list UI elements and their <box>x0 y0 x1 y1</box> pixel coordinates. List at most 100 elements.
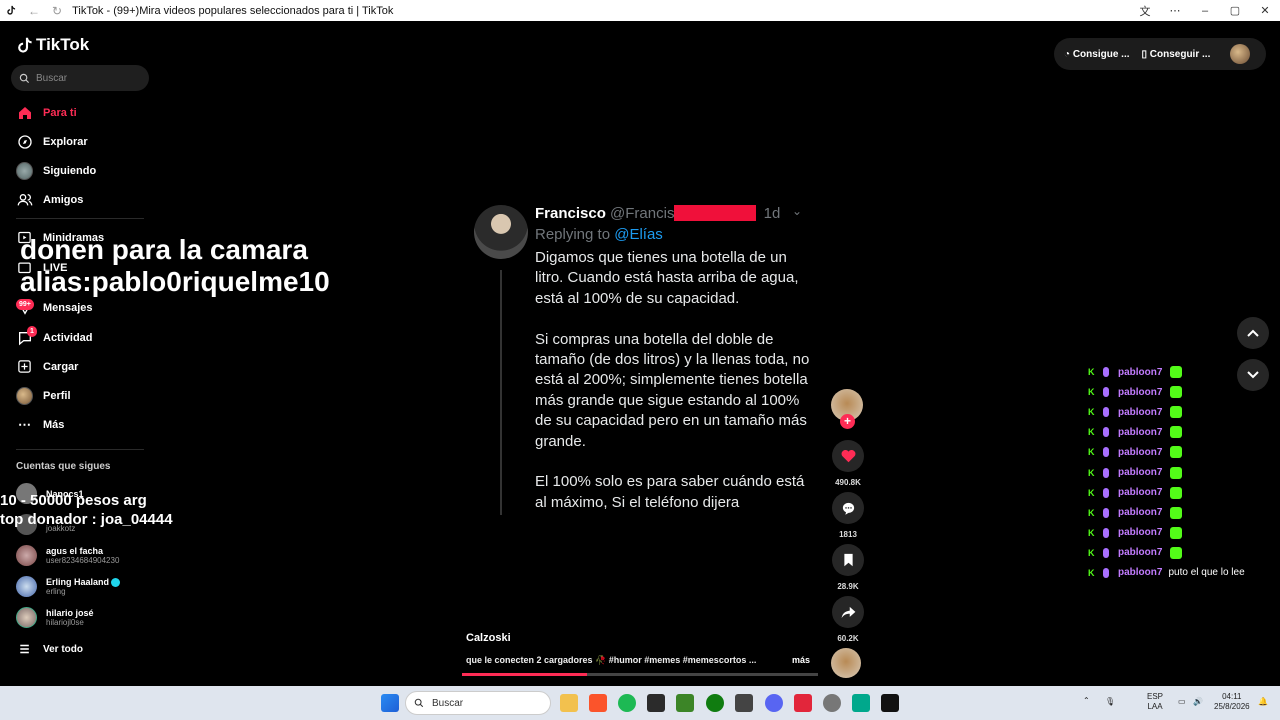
chat-username: pabloon7 <box>1118 547 1163 559</box>
network-icon[interactable]: ▭ <box>1178 697 1186 707</box>
spotify-icon[interactable] <box>618 694 636 712</box>
xbox-icon[interactable] <box>706 694 724 712</box>
obs-icon[interactable] <box>823 694 841 712</box>
language-indicator[interactable]: ESP LAA <box>1147 692 1163 712</box>
minecraft-icon[interactable] <box>676 694 694 712</box>
video-progress-bar[interactable] <box>462 673 818 676</box>
following-username: erling <box>46 587 66 597</box>
sidebar-item-siguiendo[interactable]: Siguiendo <box>16 161 96 180</box>
chat-username: pabloon7 <box>1118 366 1163 378</box>
sidebar-item-cargar[interactable]: Cargar <box>16 358 78 375</box>
chat-message: Kpabloon7 <box>1088 462 1245 482</box>
chat-message: Kpabloon7 puto el que lo lee <box>1088 563 1245 583</box>
upload-icon <box>16 358 33 375</box>
chat-message: Kpabloon7 <box>1088 523 1245 543</box>
refresh-button[interactable]: ↻ <box>52 4 62 18</box>
chat-message: Kpabloon7 <box>1088 362 1245 382</box>
chevron-up-icon <box>1247 329 1259 337</box>
compass-icon <box>16 133 33 150</box>
chat-username: pabloon7 <box>1118 507 1163 519</box>
clock[interactable]: 04:11 25/8/2026 <box>1214 692 1250 712</box>
brave-icon[interactable] <box>589 694 607 712</box>
comment-button[interactable]: 1813 <box>831 492 865 539</box>
donation-overlay-text: 10 - 50000 pesos arg top donador : joa_0… <box>0 491 173 529</box>
taskbar-search[interactable]: Buscar <box>405 691 551 715</box>
microphone-icon[interactable]: 🎙 <box>1105 697 1115 707</box>
following-item[interactable]: hilario josé hilariojl0se <box>16 607 94 628</box>
microphone-badge-icon <box>1103 547 1109 558</box>
sidebar-item-para-ti[interactable]: Para ti <box>16 104 77 121</box>
thread-line <box>500 270 502 515</box>
share-count: 60.2K <box>837 634 859 643</box>
get-coins-button[interactable]: ◔ Consigue ... <box>1064 49 1130 60</box>
share-button[interactable]: 60.2K <box>831 596 865 643</box>
profile-avatar[interactable] <box>1230 44 1251 64</box>
discord-icon[interactable] <box>765 694 783 712</box>
app-icon[interactable] <box>852 694 870 712</box>
kick-icon: K <box>1088 547 1095 558</box>
video-player[interactable]: Francisco @Francis 1d ⌄ Replying to @Elí… <box>464 190 820 520</box>
taskbar-search-label: Buscar <box>432 697 464 709</box>
sidebar-item-label: Cargar <box>43 360 79 373</box>
kick-icon: K <box>1088 387 1095 398</box>
chat-username: pabloon7 <box>1118 426 1163 438</box>
sidebar-item-label: Perfil <box>43 389 71 402</box>
following-item[interactable]: Erling Haaland erling <box>16 576 121 597</box>
following-item[interactable]: agus el facha user8234684904230 <box>16 545 119 566</box>
microphone-badge-icon <box>1103 447 1109 458</box>
tiktok-taskbar-icon[interactable] <box>881 694 899 712</box>
sidebar-item-label: Para ti <box>43 106 77 119</box>
translate-icon[interactable]: 文 <box>1130 3 1160 19</box>
chat-username: pabloon7 <box>1118 446 1163 458</box>
previous-video-button[interactable] <box>1237 317 1269 349</box>
tweet-body: Digamos que tienes una botella de un lit… <box>535 249 810 511</box>
kick-icon: K <box>1088 467 1095 478</box>
emote-icon <box>1170 466 1183 479</box>
terminal-icon[interactable] <box>647 694 665 712</box>
tiktok-logo[interactable]: TikTok <box>16 35 89 55</box>
sidebar-item-mas[interactable]: ⋯ Más <box>16 416 64 433</box>
minimize-button[interactable]: – <box>1190 5 1220 17</box>
microphone-badge-icon <box>1103 407 1109 418</box>
microphone-badge-icon <box>1103 387 1109 398</box>
sidebar-item-label: Amigos <box>43 193 84 206</box>
tweet-time: 1d <box>763 205 781 222</box>
start-icon[interactable] <box>381 694 399 712</box>
more-icon: ⋯ <box>18 416 31 432</box>
sidebar-item-perfil[interactable]: Perfil <box>16 386 71 405</box>
get-app-button[interactable]: ▯ Conseguir ... <box>1142 49 1211 60</box>
stream-overlay-text: donen para la camara alias:pablo0riquelm… <box>20 234 330 298</box>
taskbar: Buscar ⌃ 🎙 ESP LAA ▭ 🔊 04:11 25/8/2026 🔔 <box>0 686 1280 720</box>
close-button[interactable]: ✕ <box>1250 4 1280 17</box>
caption-username[interactable]: Calzoski <box>466 632 511 644</box>
microphone-badge-icon <box>1103 507 1109 518</box>
sidebar-item-amigos[interactable]: Amigos <box>16 191 83 208</box>
more-link[interactable]: más <box>792 655 810 665</box>
tiktok-app-icon <box>4 5 16 17</box>
kick-icon: K <box>1088 427 1095 438</box>
back-button[interactable]: ← <box>28 4 40 18</box>
tray-chevron-icon[interactable]: ⌃ <box>1083 696 1090 706</box>
sidebar-item-explorar[interactable]: Explorar <box>16 133 88 150</box>
search-icon <box>19 73 30 83</box>
follow-button[interactable]: + <box>840 414 855 429</box>
kick-icon: K <box>1088 567 1095 578</box>
see-all-link[interactable]: ☰ Ver todo <box>16 641 83 658</box>
search-input[interactable]: Buscar <box>11 65 149 91</box>
home-icon <box>16 104 33 121</box>
notification-icon[interactable]: 🔔 <box>1258 697 1268 707</box>
redaction-bar <box>674 205 757 221</box>
maximize-button[interactable]: ▢ <box>1220 4 1250 17</box>
kick-icon: K <box>1088 487 1095 498</box>
app-icon[interactable] <box>794 694 812 712</box>
like-button[interactable]: 490.8K <box>831 440 865 487</box>
following-name: agus el facha <box>46 546 104 556</box>
save-button[interactable]: 28.9K <box>831 544 865 591</box>
menu-icon[interactable]: ⋯ <box>1160 4 1190 17</box>
folder-icon[interactable] <box>560 694 578 712</box>
music-disc[interactable] <box>831 648 861 678</box>
see-all-label: Ver todo <box>43 644 84 655</box>
microphone-badge-icon <box>1103 467 1109 478</box>
store-icon[interactable] <box>735 694 753 712</box>
volume-icon[interactable]: 🔊 <box>1193 697 1203 707</box>
